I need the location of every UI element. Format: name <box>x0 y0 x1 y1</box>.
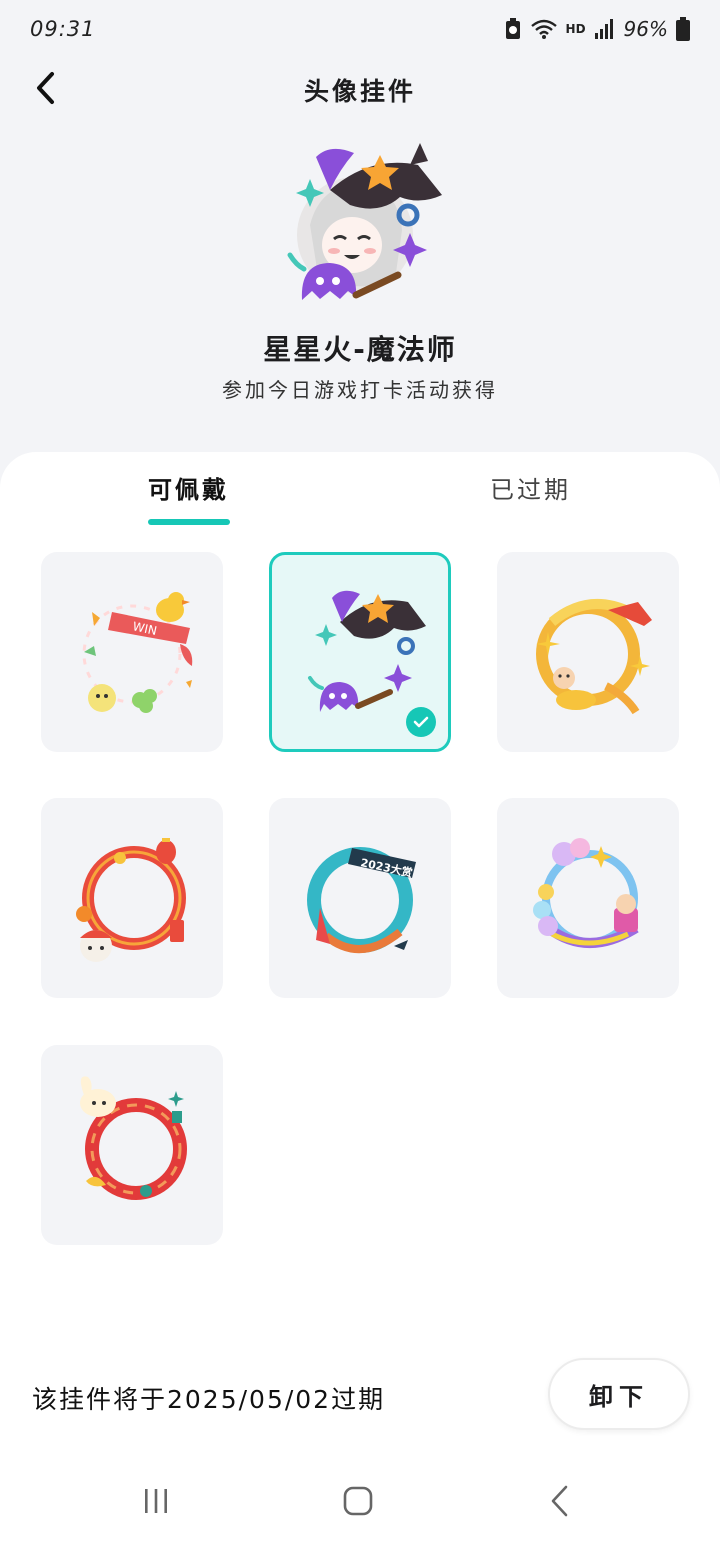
frame-card-witch[interactable] <box>269 552 451 752</box>
tab-expired[interactable]: 已过期 <box>490 470 571 505</box>
wifi-icon <box>530 19 557 39</box>
status-bar: 09:31 HD 96% <box>0 0 720 58</box>
frame-card-lion[interactable] <box>41 798 223 998</box>
battery-percent: 96% <box>623 17 668 41</box>
battery-icon <box>676 17 690 41</box>
back-arrow-icon <box>551 1485 568 1517</box>
header: 头像挂件 <box>0 58 720 118</box>
2023-frame-image: 2023大赏 <box>307 847 416 953</box>
witch-hat-frame-image <box>308 590 426 712</box>
frame-card-rabbit[interactable] <box>41 1045 223 1245</box>
golden-ribbon-frame-image <box>536 599 652 715</box>
network-type: HD <box>565 22 586 36</box>
frame-description: 参加今日游戏打卡活动获得 <box>222 378 498 402</box>
status-time: 09:31 <box>30 17 96 41</box>
selected-check-icon <box>406 707 436 737</box>
home-button[interactable] <box>328 1476 388 1526</box>
recent-apps-button[interactable] <box>126 1476 186 1526</box>
system-back-button[interactable] <box>530 1476 590 1526</box>
active-tab-indicator <box>148 519 230 525</box>
avatar-preview-image <box>287 143 442 300</box>
pastel-balloon-frame-image <box>533 838 639 948</box>
win-duck-frame-image: WIN <box>82 592 193 713</box>
unload-button[interactable]: 卸下 <box>548 1358 690 1430</box>
bottom-bar: 该挂件将于2025/05/02过期 卸下 <box>0 1350 720 1440</box>
page-title: 头像挂件 <box>303 77 416 106</box>
avatar-preview <box>270 135 450 315</box>
frame-card-2023[interactable]: 2023大赏 <box>269 798 451 998</box>
expire-text: 该挂件将于2025/05/02过期 <box>32 1385 386 1414</box>
system-nav-bar <box>0 1464 720 1544</box>
frame-card-win[interactable]: WIN <box>41 552 223 752</box>
lion-dance-frame-image <box>76 838 186 962</box>
home-icon <box>343 1486 373 1516</box>
tab-wearable[interactable]: 可佩戴 <box>148 470 229 505</box>
frame-card-golden[interactable] <box>497 552 679 752</box>
tab-bar: 可佩戴 已过期 <box>0 470 720 530</box>
frame-card-pastel[interactable] <box>497 798 679 998</box>
signal-icon <box>594 19 613 39</box>
battery-saver-icon <box>505 18 520 39</box>
recent-apps-icon <box>145 1489 167 1513</box>
frame-name: 星星火-魔法师 <box>263 333 457 366</box>
rabbit-red-frame-image <box>80 1076 187 1200</box>
status-icons: HD 96% <box>504 17 690 41</box>
